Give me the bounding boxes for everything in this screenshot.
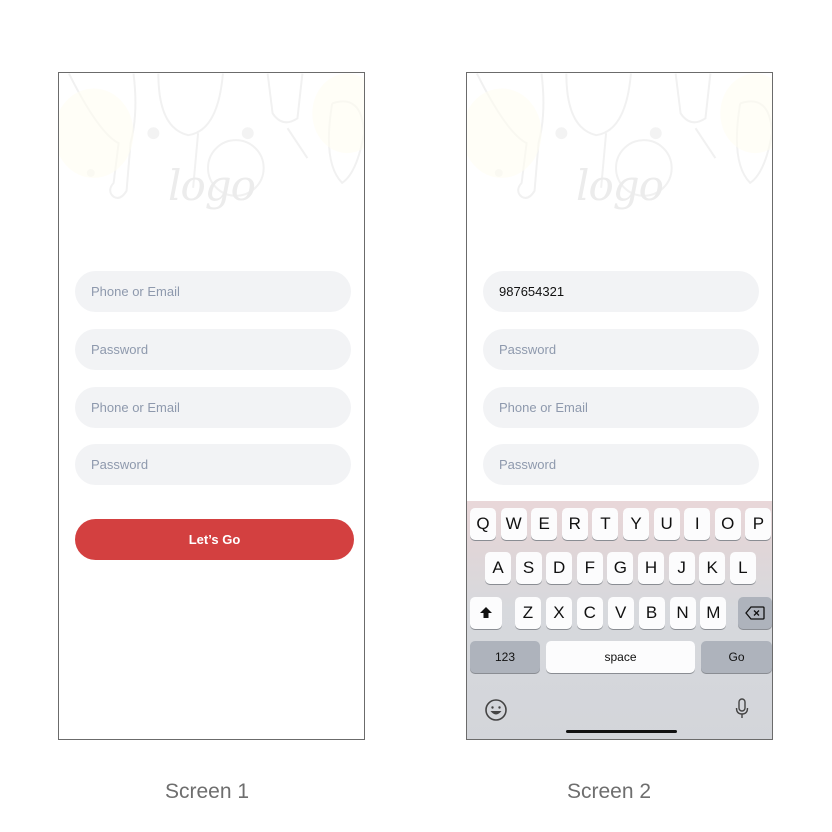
microphone-icon [735,698,749,718]
emoji-icon [485,699,507,721]
numbers-key[interactable]: 123 [470,641,540,673]
key-k[interactable]: K [699,552,726,584]
screen-2-caption: Screen 2 [567,780,652,803]
key-q[interactable]: Q [470,508,496,540]
key-j[interactable]: J [668,552,695,584]
key-n[interactable]: N [669,597,696,629]
go-key[interactable]: Go [701,641,772,673]
key-x[interactable]: X [545,597,572,629]
screen-1-caption: Screen 1 [165,780,250,803]
phone-email-input[interactable] [75,271,351,312]
password-input-2[interactable] [75,444,351,485]
password-input-2[interactable] [483,444,759,485]
logo: logo [576,161,664,210]
key-p[interactable]: P [745,508,772,540]
key-u[interactable]: U [653,508,680,540]
phone-email-input-2[interactable] [483,387,759,428]
key-l[interactable]: L [729,552,756,584]
screen-2-phone: logo QWERTYUIOP ASDFGHJKL ZXCVBNM 123 sp… [466,72,773,740]
key-a[interactable]: A [485,552,511,584]
screen-1-phone: logo Let’s Go [58,72,365,740]
home-indicator[interactable] [566,730,677,733]
on-screen-keyboard: QWERTYUIOP ASDFGHJKL ZXCVBNM 123 space G… [467,501,772,739]
key-z[interactable]: Z [515,597,541,629]
microphone-button[interactable] [734,697,750,721]
logo: logo [168,161,256,210]
phone-email-input[interactable] [483,271,759,312]
key-b[interactable]: B [638,597,665,629]
key-f[interactable]: F [576,552,603,584]
key-y[interactable]: Y [623,508,649,540]
emoji-button[interactable] [484,698,508,722]
key-i[interactable]: I [684,508,711,540]
password-input[interactable] [483,329,759,370]
key-g[interactable]: G [607,552,634,584]
password-input[interactable] [75,329,351,370]
key-o[interactable]: O [714,508,741,540]
key-v[interactable]: V [607,597,634,629]
key-m[interactable]: M [700,597,727,629]
key-d[interactable]: D [546,552,573,584]
key-s[interactable]: S [515,552,542,584]
phone-email-input-2[interactable] [75,387,351,428]
lets-go-button[interactable]: Let’s Go [75,519,354,560]
key-w[interactable]: W [500,508,527,540]
key-r[interactable]: R [561,508,588,540]
key-c[interactable]: C [576,597,603,629]
shift-icon [480,607,492,618]
key-t[interactable]: T [592,508,619,540]
backspace-icon [745,606,765,620]
space-key[interactable]: space [546,641,695,673]
key-e[interactable]: E [531,508,558,540]
shift-key[interactable] [470,597,502,629]
delete-key[interactable] [738,597,772,629]
key-h[interactable]: H [638,552,664,584]
